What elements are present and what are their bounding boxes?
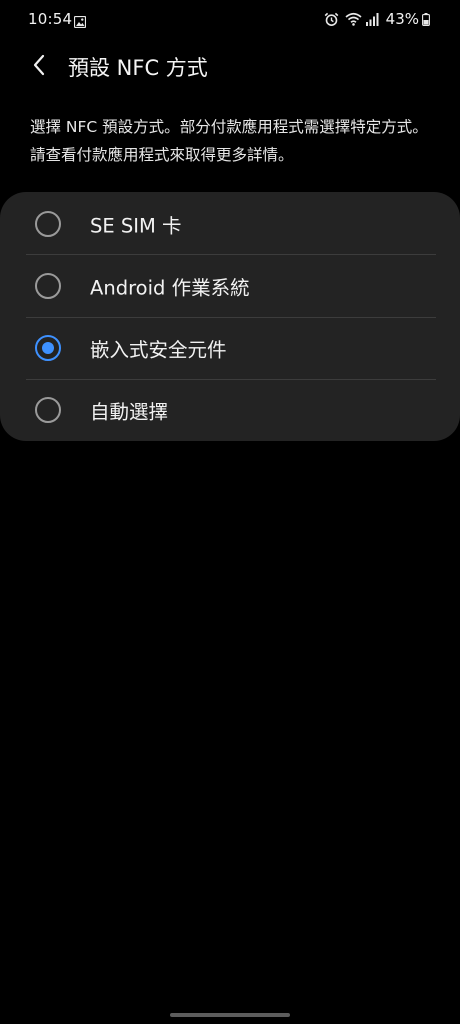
option-label: 自動選擇 [90,400,169,424]
back-button[interactable] [22,50,56,84]
description-text: 選擇 NFC 預設方式。部分付款應用程式需選擇特定方式。請查看付款應用程式來取得… [30,118,428,164]
status-time: 10:54 [28,10,73,28]
navigation-handle[interactable] [170,1013,290,1017]
option-label: Android 作業系統 [90,276,250,300]
chevron-left-icon [32,54,46,80]
option-label: SE SIM 卡 [90,214,182,238]
signal-icon [365,12,380,26]
wifi-icon [345,12,362,26]
alarm-icon [324,12,339,27]
battery-icon [422,12,430,26]
option-embedded-se[interactable]: 嵌入式安全元件 [0,317,460,379]
radio-button[interactable] [35,273,61,299]
nfc-options-list: SE SIM 卡 Android 作業系統 嵌入式安全元件 自動選擇 [0,192,460,441]
page-title: 預設 NFC 方式 [68,56,208,80]
status-icons: 43% [324,9,430,29]
option-se-sim[interactable]: SE SIM 卡 [0,193,460,255]
gallery-icon [73,13,87,29]
radio-button[interactable] [35,397,61,423]
status-bar: 10:54 43% [0,0,460,38]
battery-percent: 43% [385,10,419,28]
app-header: 預設 NFC 方式 [0,44,460,90]
option-android-os[interactable]: Android 作業系統 [0,255,460,317]
radio-button[interactable] [35,211,61,237]
option-label: 嵌入式安全元件 [90,338,227,362]
radio-button-selected[interactable] [35,335,61,361]
option-auto-select[interactable]: 自動選擇 [0,379,460,441]
